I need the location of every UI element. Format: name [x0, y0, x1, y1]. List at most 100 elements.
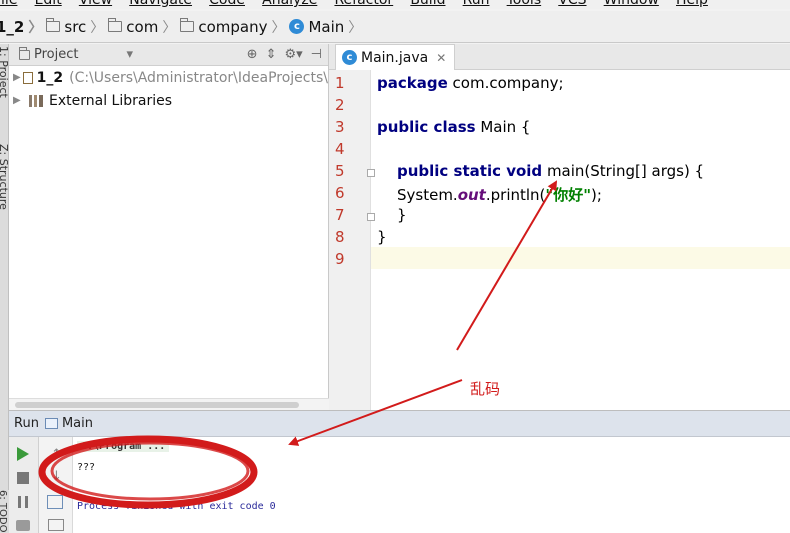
menu-vcs[interactable]: VCS	[558, 0, 586, 9]
package-icon	[108, 18, 123, 32]
code-text: );	[591, 186, 602, 204]
run-config-tab[interactable]: Main	[62, 416, 93, 431]
expand-arrow-icon[interactable]: ▶	[13, 72, 21, 83]
tree-item-external-libraries-label: External Libraries	[49, 92, 172, 109]
breadcrumb-project-label: 1_2	[0, 17, 25, 36]
tool-tab-todo[interactable]: 6: TODO	[0, 490, 8, 532]
project-view-selector[interactable]: Project	[34, 47, 78, 62]
scrollbar-thumb[interactable]	[15, 402, 299, 408]
module-folder-icon	[23, 71, 33, 84]
code-line-8: }	[377, 228, 387, 246]
keyword: package	[377, 74, 448, 92]
run-toolbar	[9, 437, 39, 533]
fold-marker-icon[interactable]	[367, 169, 375, 177]
breadcrumb-main[interactable]: c Main 〉	[289, 17, 366, 37]
project-panel-tools: ⊕ ⇕ ⚙▾ ⊣	[247, 47, 322, 62]
arrow-up-icon[interactable]: ↑	[51, 447, 62, 462]
code-text: }	[377, 228, 387, 246]
menu-view[interactable]: View	[79, 0, 112, 9]
tab-main-java-label: Main.java	[361, 49, 429, 66]
breadcrumb-com[interactable]: com 〉	[108, 17, 180, 37]
line-number: 1	[335, 74, 345, 92]
code-text: .println(	[485, 186, 546, 204]
expand-arrow-icon[interactable]: ▶	[13, 95, 27, 106]
breadcrumb-company-label: company	[198, 17, 268, 36]
gear-icon[interactable]: ⚙▾	[284, 47, 302, 62]
menu-code[interactable]: Code	[209, 0, 245, 9]
collapse-icon[interactable]: ⇕	[266, 47, 277, 62]
hide-panel-icon[interactable]: ⊣	[311, 47, 322, 62]
code-line-5: public static void main(String[] args) {	[397, 162, 704, 180]
horizontal-scrollbar[interactable]	[9, 398, 329, 410]
class-icon: c	[342, 50, 357, 65]
breadcrumb-project[interactable]: 1_2 〉	[0, 17, 46, 37]
menu-window[interactable]: Window	[604, 0, 659, 9]
menu-build[interactable]: Build	[410, 0, 445, 9]
breadcrumb-com-label: com	[126, 17, 159, 36]
code-line-3: public class Main {	[377, 118, 530, 136]
keyword: public class	[377, 118, 476, 136]
project-panel: Project ▾ ⊕ ⇕ ⚙▾ ⊣ ▶ 1_2 (C:\Users\Admin…	[9, 44, 329, 410]
tree-item-project-path: (C:\Users\Administrator\IdeaProjects\	[69, 69, 328, 86]
menu-help[interactable]: Help	[676, 0, 708, 9]
menu-navigate[interactable]: Navigate	[129, 0, 192, 9]
fold-marker-icon[interactable]	[367, 213, 375, 221]
code-text: }	[397, 206, 407, 224]
console-command[interactable]: C:\Program ...	[77, 441, 170, 452]
code-text: Main {	[475, 118, 531, 136]
menu-refactor[interactable]: Refactor	[334, 0, 393, 9]
run-secondary-toolbar: ↑ ↓	[39, 437, 73, 533]
string-literal: "你好"	[545, 186, 592, 204]
line-number: 6	[335, 184, 345, 202]
left-tool-strip: 1: Project Z: Structure	[0, 44, 9, 533]
menu-analyze[interactable]: Analyze	[262, 0, 317, 9]
line-number: 2	[335, 96, 345, 114]
menu-file[interactable]: File	[0, 0, 17, 9]
tool-tab-project[interactable]: 1: Project	[0, 46, 8, 98]
pause-icon[interactable]	[18, 496, 28, 508]
line-number: 3	[335, 118, 345, 136]
scroll-to-end-icon[interactable]	[48, 519, 64, 531]
close-icon[interactable]: ✕	[436, 51, 446, 65]
chevron-down-icon[interactable]: ▾	[126, 47, 133, 62]
code-text: System.	[397, 186, 458, 204]
line-number: 9	[335, 250, 345, 268]
menu-edit[interactable]: Edit	[35, 0, 62, 9]
breadcrumb-src[interactable]: src 〉	[46, 17, 108, 37]
line-number-gutter: 1 2 3 4 5 6 7 8 9	[329, 70, 375, 410]
rerun-icon[interactable]	[17, 447, 29, 461]
menu-tools[interactable]: Tools	[507, 0, 542, 9]
annotation-label: 乱码	[470, 380, 501, 398]
code-text: main(String[] args) {	[542, 162, 705, 180]
breadcrumb-company[interactable]: company 〉	[180, 17, 289, 37]
code-line-7: }	[397, 206, 407, 224]
arrow-down-icon[interactable]: ↓	[51, 469, 62, 484]
soft-wrap-icon[interactable]	[47, 495, 63, 509]
line-number: 5	[335, 162, 345, 180]
breadcrumb-main-label: Main	[308, 17, 345, 36]
project-panel-header: Project ▾ ⊕ ⇕ ⚙▾ ⊣	[9, 44, 328, 66]
run-config-icon	[44, 418, 58, 429]
class-icon: c	[289, 19, 305, 34]
line-number: 4	[335, 140, 345, 158]
menu-bar: File Edit View Navigate Code Analyze Ref…	[0, 0, 790, 9]
chevron-right-icon: 〉	[271, 19, 286, 36]
console-output: ???	[77, 462, 96, 473]
tree-item-project[interactable]: ▶ 1_2 (C:\Users\Administrator\IdeaProjec…	[9, 66, 328, 89]
tab-main-java[interactable]: c Main.java ✕	[335, 44, 456, 70]
code-line-1: package com.company;	[377, 74, 564, 92]
bottom-tool-strip: 6: TODO	[0, 490, 9, 533]
menu-run[interactable]: Run	[463, 0, 490, 9]
dump-threads-icon[interactable]	[16, 520, 30, 531]
folder-icon	[46, 18, 61, 32]
library-icon	[29, 94, 43, 107]
tool-tab-structure[interactable]: Z: Structure	[0, 144, 8, 210]
chevron-right-icon: 〉	[162, 19, 177, 36]
current-line-highlight	[329, 247, 790, 269]
tree-item-external-libraries[interactable]: ▶ External Libraries	[9, 89, 328, 112]
chevron-right-icon: 〉	[28, 19, 43, 36]
locate-icon[interactable]: ⊕	[247, 47, 258, 62]
stop-icon[interactable]	[17, 472, 29, 484]
navigation-bar: 1_2 〉 src 〉 com 〉 company 〉 c Main 〉	[0, 11, 790, 43]
chevron-right-icon: 〉	[90, 19, 105, 36]
